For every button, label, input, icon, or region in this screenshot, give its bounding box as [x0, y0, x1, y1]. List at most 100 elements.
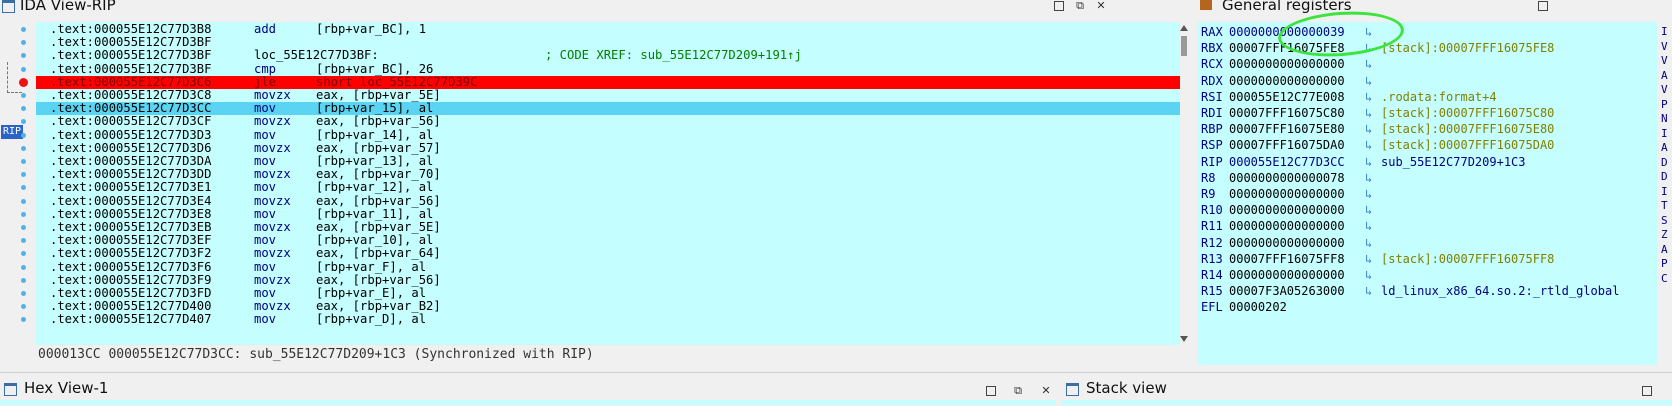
status-text: 000013CC 000055E12C77D3CC: sub_55E12C77D…: [38, 347, 594, 362]
register-value[interactable]: 0000000000000000: [1229, 267, 1345, 284]
register-value[interactable]: 00007FFF16075E80: [1229, 121, 1345, 138]
scroll-down-icon[interactable]: [1180, 336, 1188, 342]
listing-row[interactable]: .text:000055E12C77D3DD movzx eax, [rbp+var…: [36, 167, 1186, 181]
line-dot-icon[interactable]: [21, 277, 26, 283]
register-value[interactable]: 0000000000000000: [1229, 73, 1345, 90]
disassembly-listing[interactable]: .text:000055E12C77D3B8 add [rbp+var_BC], 1…: [36, 22, 1186, 345]
listing-row[interactable]: .text:000055E12C77D3D3 mov [rbp+var_14], a…: [36, 128, 1186, 142]
jump-arrow-icon[interactable]: ↳: [1365, 218, 1372, 235]
jump-arrow-icon[interactable]: ↳: [1365, 267, 1372, 284]
line-dot-icon[interactable]: [21, 159, 26, 164]
jump-arrow-icon[interactable]: ↳: [1365, 56, 1372, 73]
flag-letter: N: [1661, 112, 1668, 125]
jump-arrow-icon[interactable]: ↳: [1365, 73, 1372, 90]
register-value[interactable]: 0000000000000000: [1229, 218, 1345, 235]
register-value[interactable]: 0000000000000000: [1229, 235, 1345, 252]
listing-scrollbar[interactable]: [1180, 22, 1188, 345]
hex-float-button[interactable]: ⧉: [1012, 385, 1024, 397]
listing-row[interactable]: .text:000055E12C77D3E8 mov [rbp+var_11], a…: [36, 207, 1186, 221]
line-dot-icon[interactable]: [21, 264, 26, 270]
jump-arrow-icon[interactable]: ↳: [1365, 202, 1372, 219]
listing-row[interactable]: .text:000055E12C77D400 movzx eax, [rbp+var…: [36, 299, 1186, 313]
line-dot-icon[interactable]: [21, 251, 26, 257]
jump-arrow-icon[interactable]: ↳: [1365, 186, 1372, 203]
line-dot-icon[interactable]: [21, 66, 26, 72]
hex-view-tab[interactable]: Hex View-1 ⧉ ✕: [0, 377, 1060, 401]
register-description: [stack]:00007FFF16075DA0: [1381, 138, 1555, 153]
listing-row[interactable]: .text:000055E12C77D3BF: [36, 35, 1186, 49]
stack-view-tab[interactable]: Stack view: [1062, 377, 1672, 401]
jump-arrow-icon[interactable]: ↳: [1365, 121, 1372, 138]
jump-arrow-icon[interactable]: ↳: [1365, 251, 1372, 268]
line-dot-icon[interactable]: [21, 93, 26, 98]
register-value[interactable]: 00007FFF16075DA0: [1229, 137, 1345, 154]
listing-row[interactable]: .text:000055E12C77D3CC mov [rbp+var_15], a…: [36, 101, 1186, 116]
jump-arrow-icon[interactable]: ↳: [1365, 283, 1372, 300]
listing-row[interactable]: .text:000055E12C77D3EF mov [rbp+var_10], a…: [36, 233, 1186, 247]
register-value[interactable]: 00007FFF16075C80: [1229, 105, 1345, 122]
line-dot-icon[interactable]: [21, 27, 26, 32]
line-dot-icon[interactable]: [21, 53, 26, 59]
line-dot-icon[interactable]: [21, 119, 26, 125]
scroll-up-icon[interactable]: [1180, 25, 1188, 31]
register-value[interactable]: 00000202: [1229, 299, 1287, 316]
close-button[interactable]: ✕: [1095, 0, 1107, 12]
listing-row[interactable]: .text:000055E12C77D3BF cmp [rbp+var_BC], 2…: [36, 62, 1186, 76]
listing-row[interactable]: .text:000055E12C77D3F9 movzx eax, [rbp+var…: [36, 273, 1186, 287]
line-dot-icon[interactable]: [21, 211, 26, 217]
listing-row[interactable]: .text:000055E12C77D3CF movzx eax, [rbp+var…: [36, 115, 1186, 128]
register-value[interactable]: 00007F3A05263000: [1229, 283, 1345, 300]
register-description: [stack]:00007FFF16075FF8: [1381, 251, 1555, 266]
jump-arrow-icon[interactable]: ↳: [1365, 137, 1372, 154]
listing-row[interactable]: .text:000055E12C77D3BF loc_55E12C77D3BF:;…: [36, 49, 1186, 62]
line-dot-icon[interactable]: [21, 238, 26, 244]
register-value[interactable]: 0000000000000000: [1229, 56, 1345, 73]
register-name: R12: [1201, 235, 1223, 250]
line-dot-icon[interactable]: [21, 145, 26, 151]
stack-view-content[interactable]: [1062, 400, 1672, 405]
line-dot-icon[interactable]: [21, 304, 26, 310]
maximize-button[interactable]: [1053, 0, 1065, 12]
register-value[interactable]: 0000000000000000: [1229, 202, 1345, 219]
jump-arrow-icon[interactable]: ↳: [1365, 154, 1372, 171]
breakpoint-icon[interactable]: [19, 77, 28, 87]
registers-list[interactable]: RAX 0000000000000039 ↳ RBX 00007FFF16075FE8 ↳…: [1197, 22, 1657, 365]
line-dot-icon[interactable]: [21, 40, 26, 46]
registers-maximize-button[interactable]: [1537, 0, 1549, 12]
listing-row[interactable]: .text:000055E12C77D3E1 mov [rbp+var_12], a…: [36, 181, 1186, 194]
register-value[interactable]: 000055E12C77D3CC: [1229, 154, 1345, 171]
hex-view-content[interactable]: [0, 400, 1056, 405]
jump-arrow-icon[interactable]: ↳: [1365, 89, 1372, 106]
listing-row[interactable]: .text:000055E12C77D3F6 mov [rbp+var_F], al: [36, 260, 1186, 274]
scroll-thumb[interactable]: [1181, 36, 1187, 56]
register-value[interactable]: 00007FFF16075FF8: [1229, 251, 1345, 268]
jump-arrow-icon[interactable]: ↳: [1365, 105, 1372, 122]
listing-row[interactable]: .text:000055E12C77D3D6 movzx eax, [rbp+var…: [36, 141, 1186, 155]
line-dot-icon[interactable]: [21, 106, 26, 112]
line-dot-icon[interactable]: [21, 172, 26, 178]
line-dot-icon[interactable]: [21, 185, 26, 191]
window-icon: [2, 0, 15, 13]
stack-maximize-button[interactable]: [1641, 385, 1653, 397]
register-name: RBX: [1201, 41, 1223, 56]
line-dot-icon[interactable]: [21, 317, 26, 323]
listing-row[interactable]: .text:000055E12C77D407 mov [rbp+var_D], al: [36, 313, 1186, 326]
line-dot-icon[interactable]: [21, 291, 26, 296]
line-dot-icon[interactable]: [21, 132, 26, 138]
float-button[interactable]: ⧉: [1074, 0, 1086, 12]
jump-arrow-icon[interactable]: ↳: [1365, 170, 1372, 187]
jump-arrow-icon[interactable]: ↳: [1365, 235, 1372, 252]
register-name: R11: [1201, 219, 1223, 234]
line-dot-icon[interactable]: [21, 225, 26, 230]
register-value[interactable]: 0000000000000078: [1229, 170, 1345, 187]
register-value[interactable]: 000055E12C77E008: [1229, 89, 1345, 106]
listing-row[interactable]: .text:000055E12C77D3E4 movzx eax, [rbp+var…: [36, 194, 1186, 208]
hex-close-button[interactable]: ✕: [1040, 385, 1052, 397]
hex-maximize-button[interactable]: [985, 385, 997, 397]
line-dot-icon[interactable]: [21, 198, 26, 204]
listing-row[interactable]: .text:000055E12C77D3F2 movzx eax, [rbp+var…: [36, 247, 1186, 260]
register-value[interactable]: 0000000000000000: [1229, 186, 1345, 203]
flag-letter: T: [1661, 199, 1668, 212]
listing-row[interactable]: .text:000055E12C77D3C6 jle short loc_55E12…: [36, 75, 1186, 89]
flags-strip: IVVAVPNIADDITSZAPC: [1660, 22, 1672, 365]
